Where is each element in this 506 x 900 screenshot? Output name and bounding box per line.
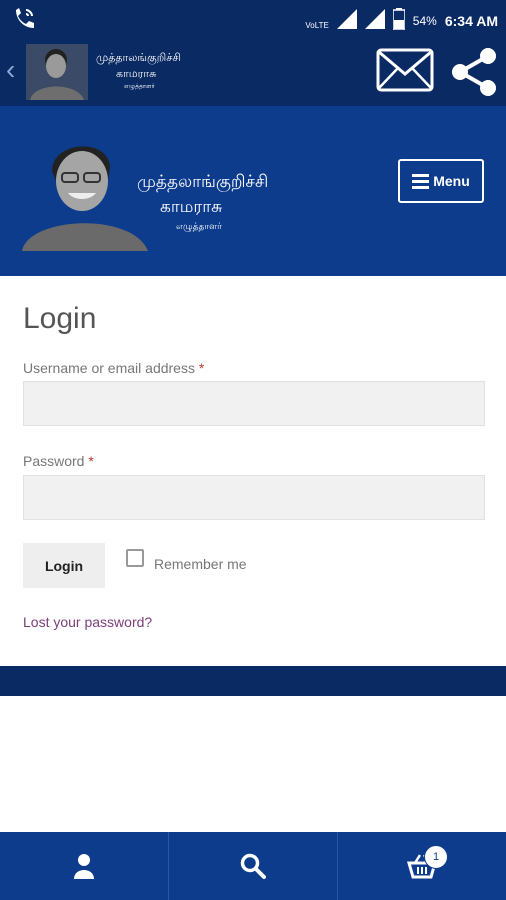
footer-band bbox=[0, 666, 506, 696]
app-bar: ‹ முத்தாலங்குறிச்சி காமராசு எழுத்தாளர் bbox=[0, 36, 506, 106]
menu-label: Menu bbox=[433, 173, 470, 189]
mail-icon[interactable] bbox=[376, 48, 434, 92]
password-label: Password * bbox=[23, 453, 94, 469]
brand-logo[interactable]: முத்தாலங்குறிச்சி காமராசு எழுத்தாளர் bbox=[26, 38, 186, 102]
login-heading: Login bbox=[23, 302, 97, 335]
status-bar: VoLTE 54% 6:34 AM bbox=[0, 0, 506, 36]
battery-icon bbox=[392, 8, 406, 33]
hero-brand-line3: எழுத்தாளர் bbox=[176, 221, 222, 231]
back-chevron-icon[interactable]: ‹ bbox=[6, 56, 15, 84]
app-bar-brand-line2: காமராசு bbox=[116, 68, 157, 80]
login-button[interactable]: Login bbox=[23, 543, 105, 588]
signal-icon-1 bbox=[336, 9, 357, 32]
cart-tab[interactable] bbox=[338, 832, 506, 900]
hero-brand-line2: காமராசு bbox=[160, 197, 223, 216]
username-input[interactable] bbox=[23, 381, 485, 426]
password-label-text: Password bbox=[23, 453, 85, 469]
menu-button[interactable]: Menu bbox=[398, 159, 484, 203]
hero-brand-line1: முத்தலாங்குறிச்சி bbox=[137, 172, 269, 191]
cart-count-badge: 1 bbox=[424, 845, 448, 869]
app-bar-brand-line1: முத்தாலங்குறிச்சி bbox=[96, 52, 181, 64]
signal-icon-2 bbox=[364, 9, 385, 32]
search-tab[interactable] bbox=[169, 832, 338, 900]
app-bar-brand-line3: எழுத்தாளர் bbox=[124, 84, 155, 90]
hamburger-icon bbox=[412, 173, 430, 189]
site-header: முத்தலாங்குறிச்சி காமராசு எழுத்தாளர் Men… bbox=[0, 106, 506, 276]
volte-label: VoLTE bbox=[305, 21, 329, 30]
password-input[interactable] bbox=[23, 475, 485, 520]
remember-me-label[interactable]: Remember me bbox=[154, 556, 247, 572]
account-tab[interactable] bbox=[0, 832, 169, 900]
share-icon[interactable] bbox=[448, 46, 500, 98]
account-icon bbox=[74, 854, 94, 879]
search-icon bbox=[240, 853, 266, 879]
username-label: Username or email address * bbox=[23, 360, 204, 376]
author-portrait[interactable] bbox=[22, 131, 148, 251]
battery-percent: 54% bbox=[412, 13, 437, 28]
remember-me-checkbox[interactable] bbox=[126, 549, 144, 567]
username-label-text: Username or email address bbox=[23, 360, 195, 376]
wifi-calling-icon bbox=[12, 6, 38, 35]
required-mark: * bbox=[88, 453, 94, 469]
required-mark: * bbox=[198, 360, 205, 376]
clock: 6:34 AM bbox=[444, 12, 498, 29]
lost-password-link[interactable]: Lost your password? bbox=[23, 614, 152, 630]
